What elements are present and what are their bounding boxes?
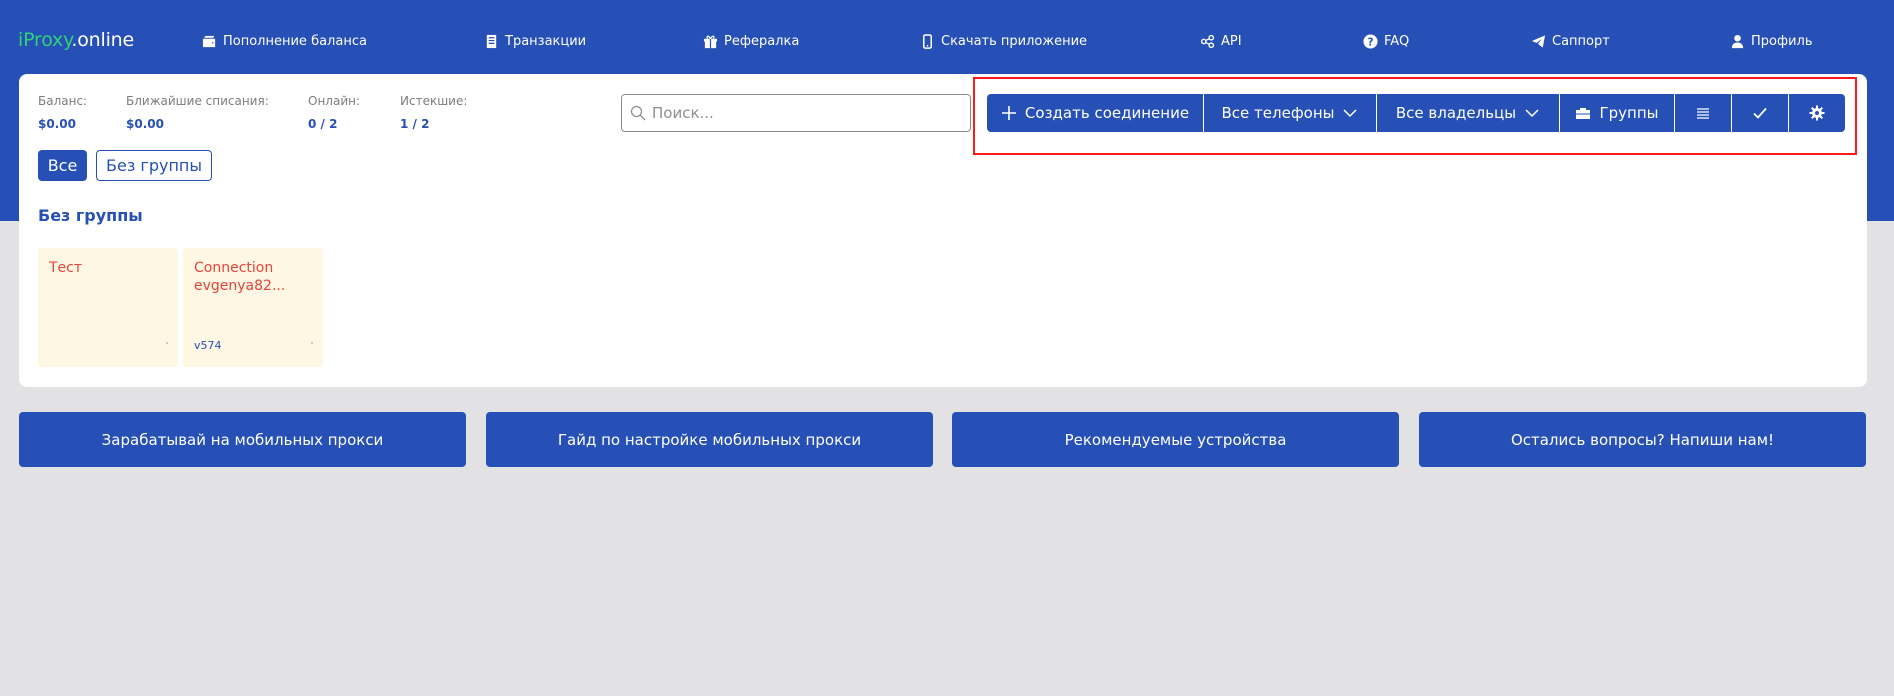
stat-expired: Истекшие: 1 / 2 bbox=[400, 94, 467, 131]
logo-suffix: .online bbox=[71, 29, 135, 51]
nav-faq[interactable]: ? FAQ bbox=[1363, 32, 1409, 50]
stat-label: Истекшие: bbox=[400, 94, 468, 108]
stat-balance: Баланс: $0.00 bbox=[38, 94, 87, 131]
top-navigation: iProxy.online Пополнение баланса Транзак… bbox=[0, 0, 1894, 82]
stat-next-charges: Ближайшие списания: $0.00 bbox=[126, 94, 269, 131]
connection-version: v574 bbox=[194, 339, 222, 352]
setup-guide-button[interactable]: Гайд по настройке мобильных прокси bbox=[486, 412, 933, 467]
nav-download-app[interactable]: Скачать приложение bbox=[920, 32, 1087, 50]
nav-label: Транзакции bbox=[505, 33, 587, 49]
status-dot bbox=[311, 342, 313, 344]
stat-label: Онлайн: bbox=[308, 94, 361, 108]
user-icon bbox=[1731, 34, 1744, 48]
nav-referral[interactable]: Рефералка bbox=[703, 32, 799, 50]
group-title: Без группы bbox=[38, 206, 143, 225]
nav-transactions[interactable]: Транзакции bbox=[484, 32, 586, 50]
nav-label: API bbox=[1221, 33, 1242, 49]
connection-name: Тест bbox=[49, 260, 83, 276]
document-icon bbox=[486, 34, 497, 48]
stat-online: Онлайн: 0 / 2 bbox=[308, 94, 360, 131]
stat-label: Баланс: bbox=[38, 94, 88, 108]
stat-value: $0.00 bbox=[38, 117, 76, 131]
filter-all[interactable]: Все bbox=[38, 150, 87, 181]
nav-label: FAQ bbox=[1384, 33, 1410, 49]
search-box[interactable] bbox=[621, 94, 971, 132]
contact-us-button[interactable]: Остались вопросы? Напиши нам! bbox=[1419, 412, 1866, 467]
phone-icon bbox=[923, 33, 932, 49]
nav-label: Пополнение баланса bbox=[223, 33, 367, 49]
api-icon bbox=[1200, 34, 1215, 48]
wallet-icon bbox=[202, 35, 216, 47]
question-icon: ? bbox=[1363, 33, 1378, 49]
stat-label: Ближайшие списания: bbox=[126, 94, 269, 108]
stat-value: 0 / 2 bbox=[308, 117, 338, 131]
connection-name: Connection evgenya82... bbox=[194, 260, 286, 294]
nav-label: Саппорт bbox=[1552, 33, 1610, 49]
nav-api[interactable]: API bbox=[1200, 32, 1242, 50]
status-dot bbox=[166, 342, 168, 344]
nav-label: Профиль bbox=[1751, 33, 1813, 49]
nav-label: Скачать приложение bbox=[941, 33, 1088, 49]
search-icon bbox=[630, 105, 646, 121]
connection-tile[interactable]: Connection evgenya82... v574 bbox=[183, 248, 323, 367]
gift-icon bbox=[703, 35, 718, 48]
nav-support[interactable]: Саппорт bbox=[1531, 32, 1610, 50]
filter-no-group[interactable]: Без группы bbox=[96, 150, 212, 181]
search-input[interactable] bbox=[652, 104, 952, 122]
svg-text:?: ? bbox=[1368, 36, 1374, 48]
nav-topup-balance[interactable]: Пополнение баланса bbox=[202, 32, 367, 50]
logo[interactable]: iProxy.online bbox=[18, 29, 134, 51]
logo-brand: iProxy bbox=[18, 29, 72, 51]
nav-label: Рефералка bbox=[724, 33, 800, 49]
highlight-box bbox=[973, 77, 1857, 155]
telegram-icon bbox=[1531, 34, 1546, 48]
recommended-devices-button[interactable]: Рекомендуемые устройства bbox=[952, 412, 1399, 467]
stat-value: $0.00 bbox=[126, 117, 164, 131]
connection-tile[interactable]: Тест bbox=[38, 248, 178, 367]
stat-value: 1 / 2 bbox=[400, 117, 430, 131]
nav-profile[interactable]: Профиль bbox=[1730, 32, 1813, 50]
earn-on-proxies-button[interactable]: Зарабатывай на мобильных прокси bbox=[19, 412, 466, 467]
